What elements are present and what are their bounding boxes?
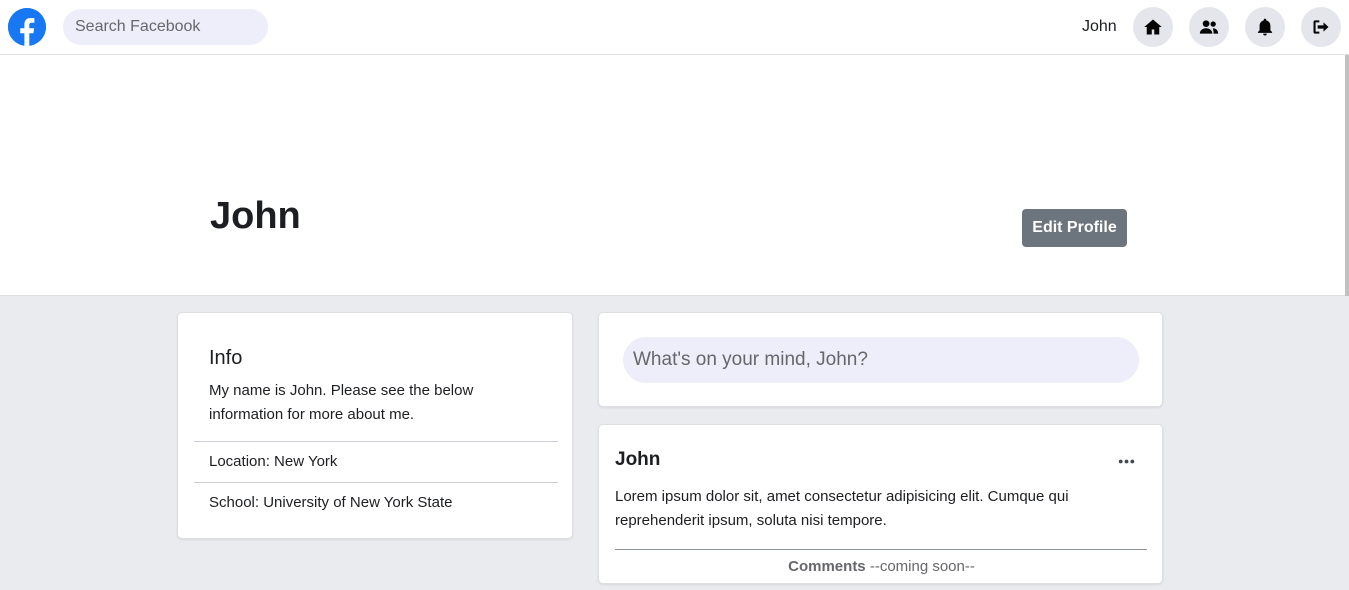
profile-name: John [210,195,301,237]
divider [615,549,1147,550]
post-comments: Comments --coming soon-- [599,558,1164,575]
friends-icon [1199,20,1219,34]
edit-profile-button[interactable]: Edit Profile [1022,209,1127,247]
logout-icon [1313,20,1329,34]
search-input[interactable] [63,9,268,45]
info-school: School: University of New York State [209,494,453,511]
more-options-icon[interactable] [1114,451,1138,471]
post-composer [598,312,1163,407]
notifications-button[interactable] [1245,7,1285,47]
home-button[interactable] [1133,7,1173,47]
facebook-logo-icon[interactable] [8,8,46,46]
info-card: Info My name is John. Please see the bel… [177,312,573,539]
info-title: Info [209,347,243,369]
profile-header: John Edit Profile [0,55,1349,296]
bell-icon [1257,18,1273,36]
divider [194,441,558,442]
nav-username-link[interactable]: John [1082,18,1117,36]
logout-button[interactable] [1301,7,1341,47]
post-body: Lorem ipsum dolor sit, amet consectetur … [615,488,1069,529]
post-author[interactable]: John [615,449,660,471]
divider [194,482,558,483]
comments-label: Comments [788,558,866,575]
top-navbar: John [0,0,1349,55]
page-scrollbar[interactable] [1345,55,1349,296]
comments-status: --coming soon-- [869,558,975,575]
info-location: Location: New York [209,453,338,470]
post-composer-input[interactable] [623,337,1139,383]
info-description: My name is John. Please see the below in… [209,382,474,423]
post-card: John Lorem ipsum dolor sit, amet consect… [598,424,1163,584]
home-icon [1144,19,1162,35]
friends-button[interactable] [1189,7,1229,47]
